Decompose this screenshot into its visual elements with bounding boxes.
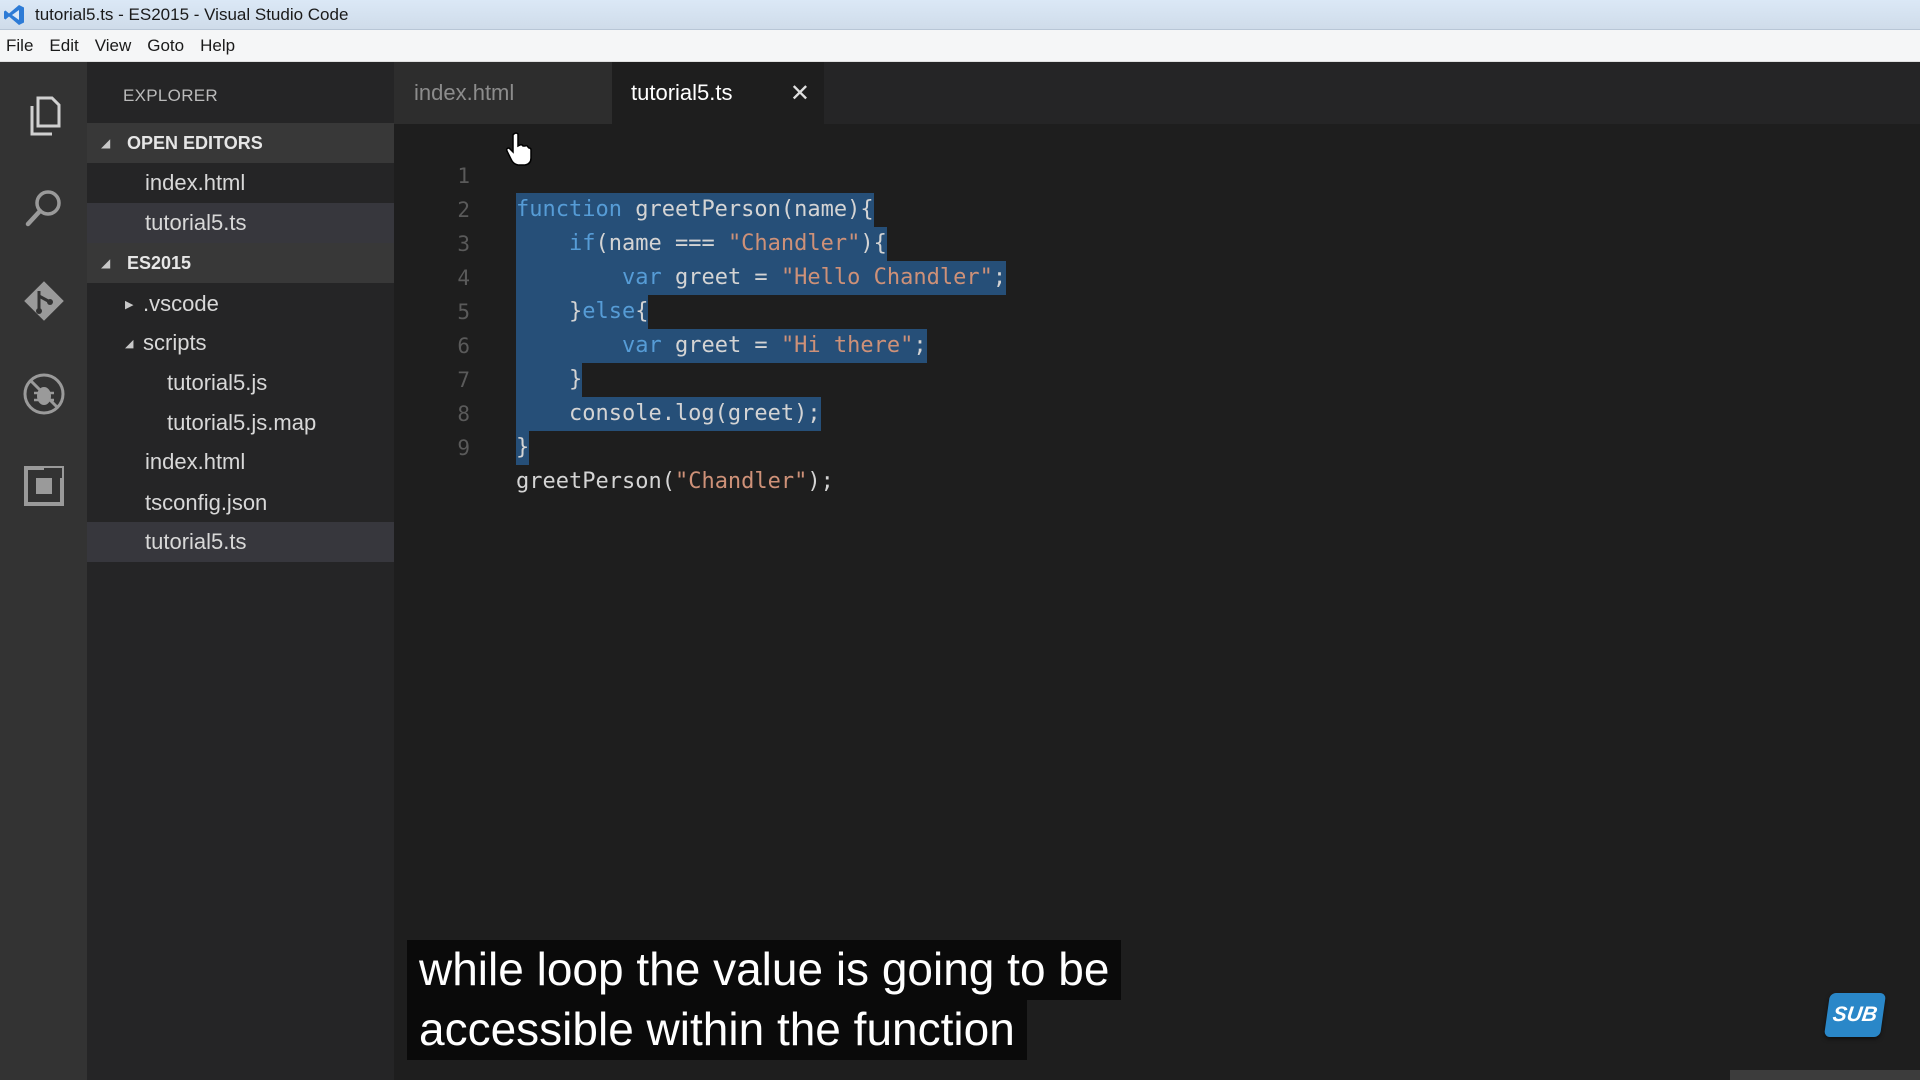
status-bar-fragment: [1730, 1070, 1920, 1080]
window-title: tutorial5.ts - ES2015 - Visual Studio Co…: [35, 4, 349, 24]
open-editor-label: tutorial5.ts: [145, 210, 247, 235]
project-header[interactable]: ◢ ES2015: [87, 243, 394, 283]
open-editor-label: index.html: [145, 170, 246, 195]
subtitle-line: accessible within the function: [407, 1000, 1027, 1060]
tab-label: index.html: [414, 80, 515, 105]
open-editors-label: OPEN EDITORS: [127, 132, 263, 153]
git-icon[interactable]: [0, 266, 87, 336]
tree-item-label: tsconfig.json: [145, 490, 268, 515]
menu-file[interactable]: File: [0, 30, 41, 62]
open-editor-item-active[interactable]: tutorial5.ts: [87, 203, 394, 243]
file-index-html[interactable]: index.html: [87, 442, 394, 482]
code-line: 1 function greetPerson(name){: [394, 125, 1920, 227]
tab-index-html[interactable]: index.html: [394, 62, 612, 124]
code-line: 3 var greet = "Hello Chandler";: [394, 193, 1920, 295]
tree-item-label: .vscode: [143, 291, 219, 316]
code-line: 5 var greet = "Hi there";: [394, 261, 1920, 363]
code-line: 6 }: [394, 295, 1920, 397]
tree-item-label: tutorial5.js: [167, 370, 268, 395]
close-icon[interactable]: ✕: [790, 79, 810, 108]
file-tsconfig-json[interactable]: tsconfig.json: [87, 483, 394, 523]
code-text: }: [516, 431, 530, 465]
file-tutorial5-js-map[interactable]: tutorial5.js.map: [87, 403, 394, 443]
file-tutorial5-ts[interactable]: tutorial5.ts: [87, 522, 394, 562]
vscode-logo-icon: [1, 2, 27, 28]
file-tutorial5-js[interactable]: tutorial5.js: [87, 363, 394, 403]
menu-view[interactable]: View: [87, 30, 140, 62]
chevron-down-icon: ◢: [101, 256, 111, 270]
tab-label: tutorial5.ts: [631, 80, 733, 105]
code-line: 9 greetPerson("Chandler");: [394, 397, 1920, 494]
folder-vscode[interactable]: ▶ .vscode: [87, 284, 394, 324]
menu-goto[interactable]: Goto: [139, 30, 192, 62]
extensions-icon[interactable]: [0, 451, 87, 521]
code-line: 2 if(name === "Chandler"){: [394, 159, 1920, 261]
tree-item-label: tutorial5.ts: [145, 529, 247, 554]
tab-tutorial5-ts[interactable]: tutorial5.ts ✕: [612, 62, 824, 124]
debug-icon[interactable]: [0, 359, 87, 429]
tree-item-label: index.html: [145, 449, 246, 474]
title-bar: tutorial5.ts - ES2015 - Visual Studio Co…: [0, 0, 1920, 30]
explorer-sidebar: EXPLORER ◢ OPEN EDITORS index.html tutor…: [87, 62, 394, 1080]
search-icon[interactable]: [0, 173, 87, 243]
code-line: 4 }else{: [394, 227, 1920, 329]
chevron-down-icon: ◢: [101, 136, 111, 150]
subtitle-line: while loop the value is going to be: [407, 940, 1122, 1000]
chevron-right-icon: ▶: [125, 298, 134, 311]
project-label: ES2015: [127, 252, 192, 273]
code-editor[interactable]: 1 function greetPerson(name){ 2 if(name …: [394, 124, 1920, 1080]
subscribe-badge[interactable]: SUB: [1823, 993, 1887, 1037]
tab-bar: index.html tutorial5.ts ✕: [394, 62, 1920, 124]
hand-cursor-icon: [506, 132, 532, 166]
menu-edit[interactable]: Edit: [41, 30, 86, 62]
code-text: greetPerson("Chandler");: [516, 469, 834, 494]
line-number: 9: [457, 436, 470, 460]
code-line: 7 console.log(greet);: [394, 329, 1920, 431]
open-editors-header[interactable]: ◢ OPEN EDITORS: [87, 123, 394, 163]
video-subtitle: while loop the value is going to be acce…: [407, 940, 1122, 1060]
open-editor-item[interactable]: index.html: [87, 163, 394, 203]
tree-item-label: scripts: [143, 330, 207, 355]
menu-help[interactable]: Help: [192, 30, 243, 62]
explorer-title: EXPLORER: [123, 86, 218, 105]
menu-bar: File Edit View Goto Help: [0, 30, 1920, 62]
activity-bar: [0, 62, 87, 1080]
code-line: 8 }: [394, 363, 1920, 465]
chevron-down-icon: ◢: [125, 337, 134, 350]
files-icon[interactable]: [0, 81, 87, 151]
folder-scripts[interactable]: ◢ scripts: [87, 323, 394, 363]
tree-item-label: tutorial5.js.map: [167, 410, 317, 435]
